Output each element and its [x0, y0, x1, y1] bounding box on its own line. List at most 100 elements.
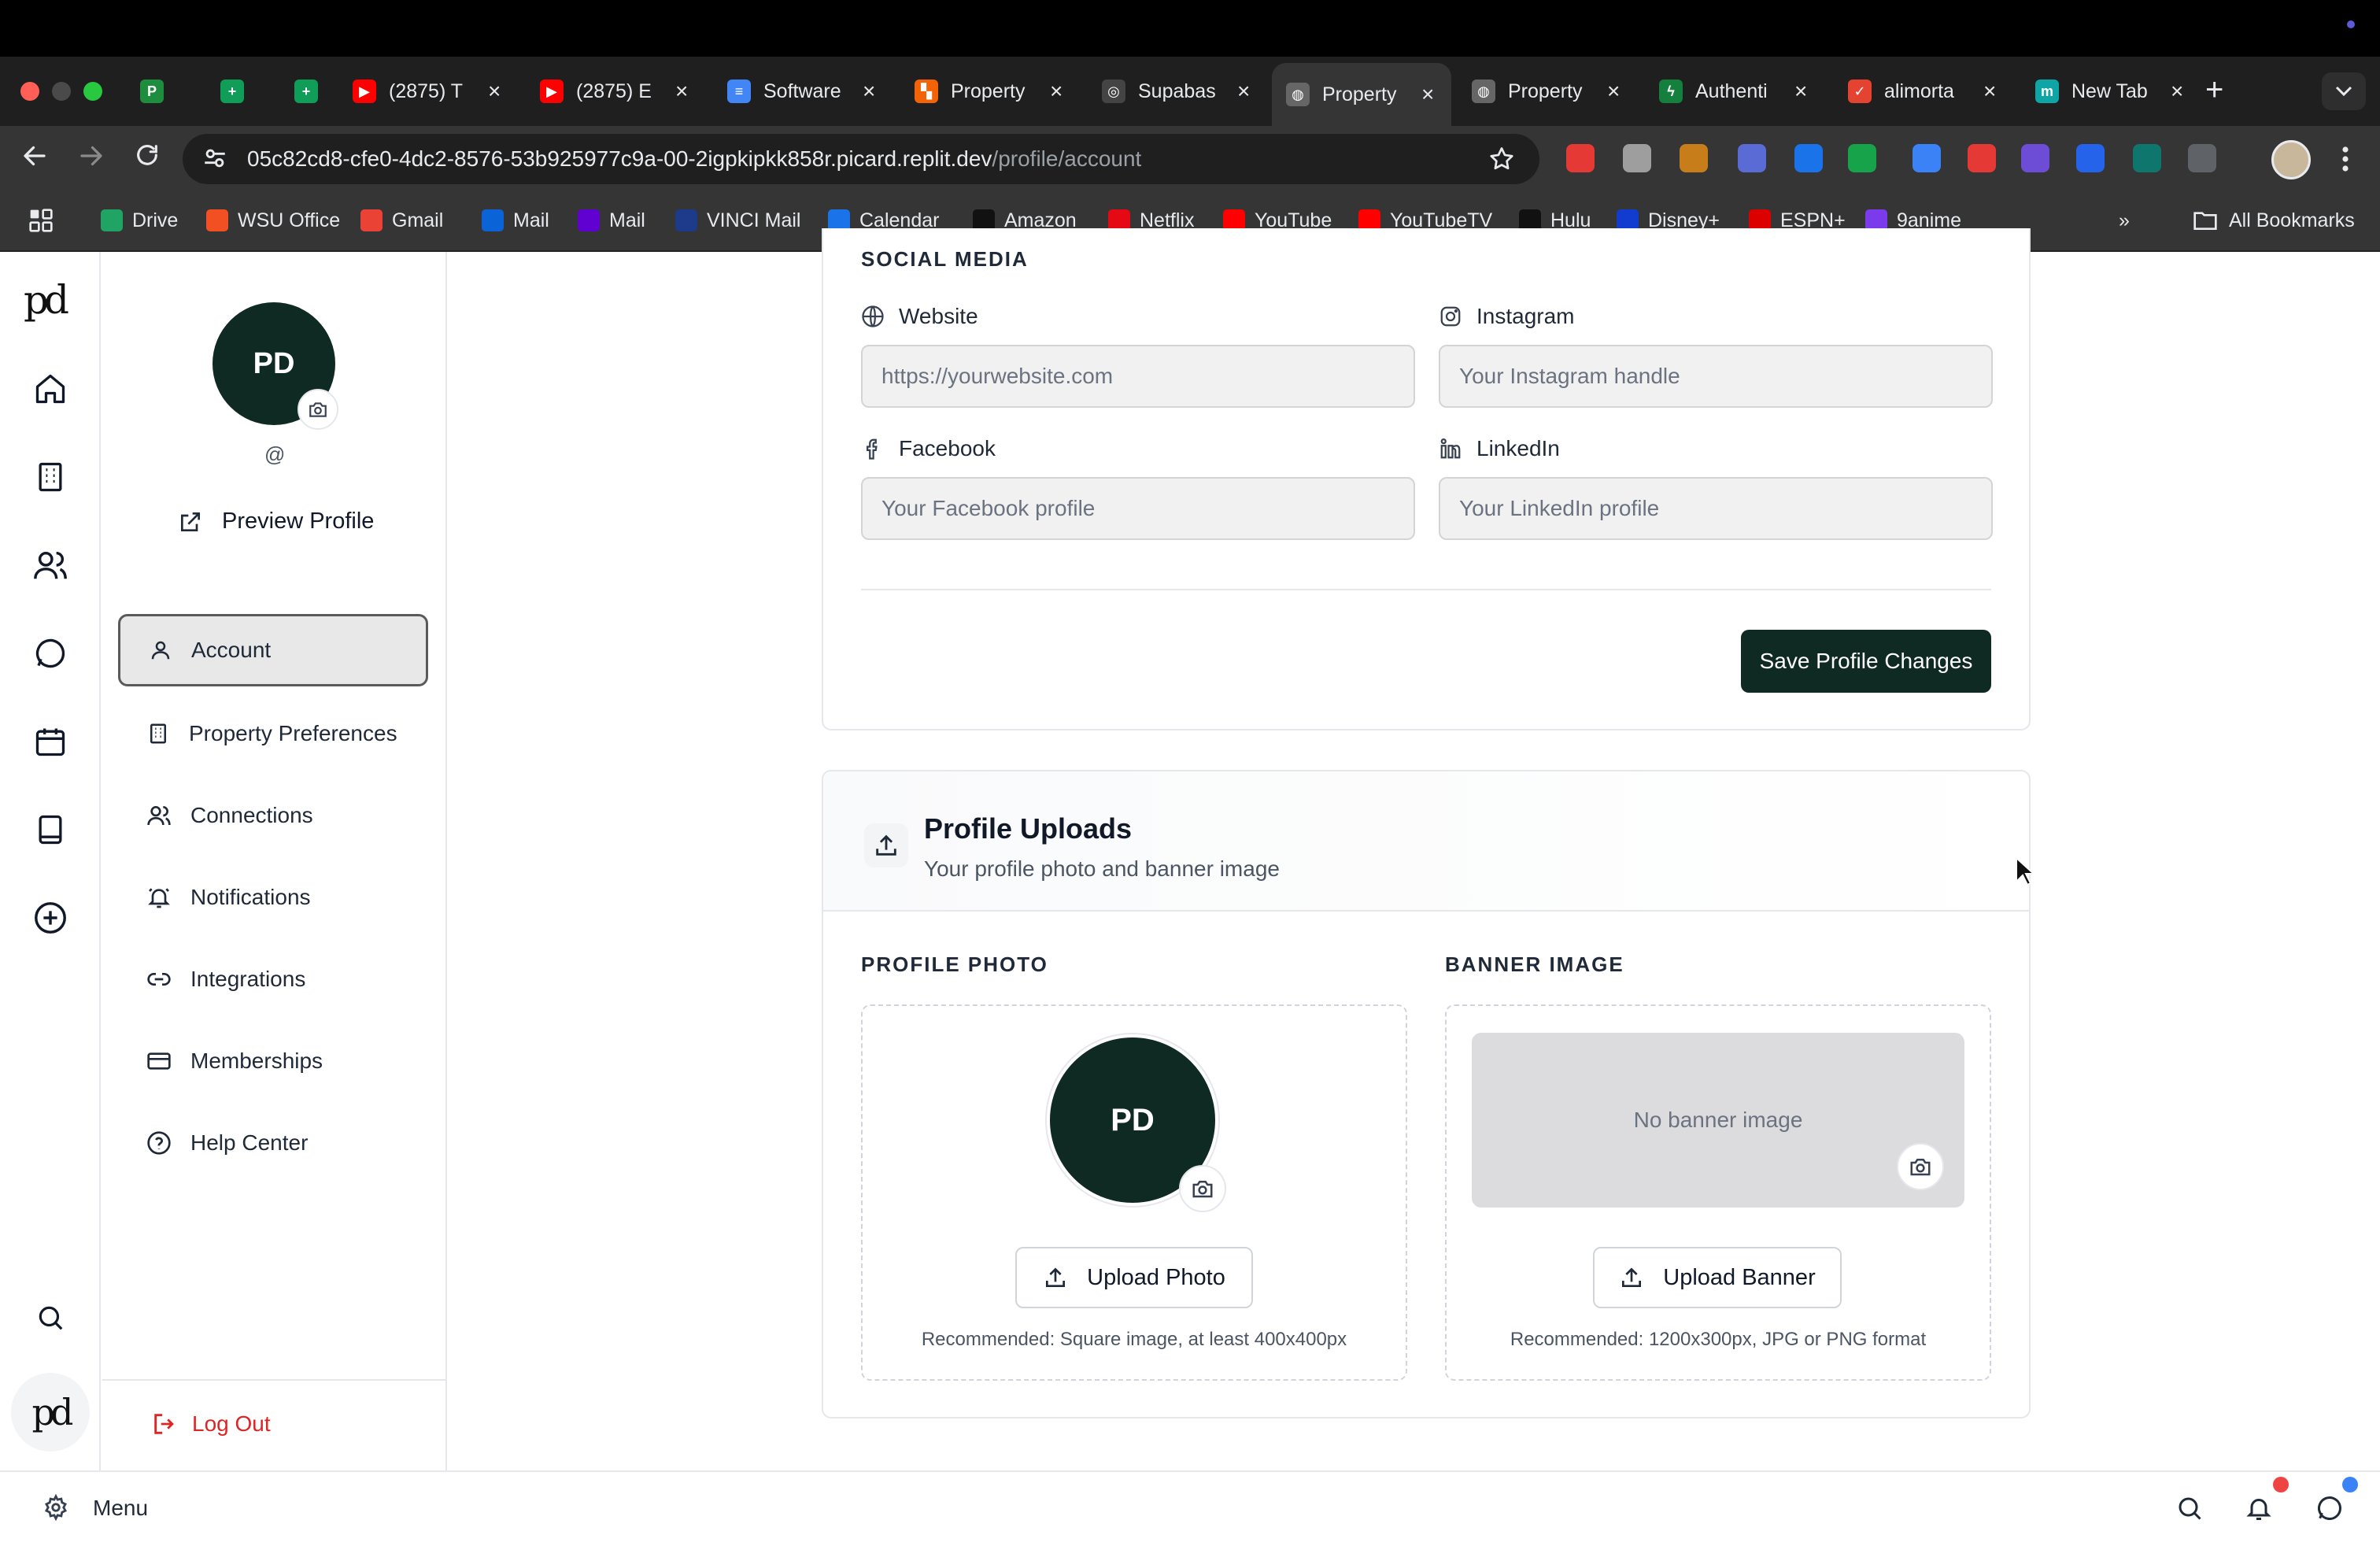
extension-icon[interactable]: [1566, 144, 1595, 172]
search-icon[interactable]: [31, 1299, 69, 1337]
apps-grid-icon[interactable]: [28, 208, 54, 237]
calendar-icon[interactable]: [31, 723, 69, 760]
extension-icon[interactable]: [1913, 144, 1941, 172]
extension-icon[interactable]: [2133, 144, 2161, 172]
tab-favicon-icon: ◍: [1286, 83, 1310, 106]
bottom-bar: [0, 1470, 2380, 1546]
bookmark-vinci-mail[interactable]: VINCI Mail: [675, 206, 800, 235]
bell-icon[interactable]: [2245, 1494, 2273, 1526]
camera-icon[interactable]: [1179, 1165, 1226, 1212]
chat-icon[interactable]: [31, 634, 69, 672]
users-icon[interactable]: [31, 546, 69, 584]
workspace-logo-button[interactable]: pd: [11, 1373, 90, 1452]
sidebar-item-help-center[interactable]: Help Center: [118, 1107, 428, 1179]
save-profile-changes-button[interactable]: Save Profile Changes: [1741, 630, 1991, 693]
building-icon: [150, 723, 166, 744]
app-logo[interactable]: pd: [24, 277, 69, 323]
preview-profile-link[interactable]: Preview Profile: [178, 509, 374, 534]
tab-close-icon[interactable]: ×: [1237, 79, 1250, 104]
browser-tab[interactable]: ◎ Supabas ×: [1088, 66, 1267, 117]
all-bookmarks-button[interactable]: All Bookmarks: [2193, 206, 2355, 235]
tab-close-icon[interactable]: ×: [863, 79, 875, 104]
url-text[interactable]: 05c82cd8-cfe0-4dc2-8576-53b925977c9a-00-…: [247, 146, 1141, 172]
extension-icon[interactable]: [1848, 144, 1876, 172]
browser-tab[interactable]: +: [206, 66, 277, 117]
facebook-field[interactable]: [861, 477, 1415, 540]
site-info-icon[interactable]: [201, 145, 228, 176]
tab-close-icon[interactable]: ×: [488, 79, 501, 104]
extension-icon[interactable]: [1623, 144, 1651, 172]
extension-icon[interactable]: [2076, 144, 2105, 172]
browser-tab[interactable]: +: [280, 66, 335, 117]
browser-tab[interactable]: ▚ Property ×: [900, 66, 1080, 117]
yahoo-icon: [578, 209, 600, 231]
sidebar-item-memberships[interactable]: Memberships: [118, 1025, 428, 1097]
tab-search-button[interactable]: [2322, 72, 2366, 110]
profile-avatar-icon[interactable]: [2271, 140, 2311, 179]
chat-icon[interactable]: [2315, 1494, 2344, 1526]
camera-icon[interactable]: [298, 389, 338, 430]
tab-close-icon[interactable]: ×: [675, 79, 688, 104]
tab-close-icon[interactable]: ×: [2171, 79, 2183, 104]
log-out-button[interactable]: Log Out: [151, 1411, 271, 1437]
linkedin-field[interactable]: [1439, 477, 1993, 540]
browser-tab[interactable]: P: [126, 66, 197, 117]
bookmark-drive[interactable]: Drive: [101, 206, 178, 235]
tab-label: (2875) E: [576, 80, 652, 102]
search-icon[interactable]: [2175, 1494, 2204, 1526]
upload-banner-button[interactable]: Upload Banner: [1593, 1247, 1842, 1308]
close-window-button[interactable]: [20, 82, 39, 101]
sidebar-item-notifications[interactable]: Notifications: [118, 861, 428, 934]
bookmark-mail[interactable]: Mail: [578, 206, 645, 235]
browser-tab[interactable]: ◍ Property ×: [1272, 63, 1451, 126]
new-tab-button[interactable]: +: [2205, 72, 2223, 108]
plus-circle-icon[interactable]: [31, 899, 69, 937]
book-icon[interactable]: [31, 811, 69, 849]
browser-tab[interactable]: ≡ Software ×: [713, 66, 893, 117]
tab-favicon-icon: ✓: [1848, 80, 1872, 103]
browser-tab[interactable]: ϟ Authenti ×: [1645, 66, 1824, 117]
reload-button[interactable]: [134, 142, 161, 176]
extension-icon[interactable]: [1794, 144, 1823, 172]
browser-tab[interactable]: ▶ (2875) T ×: [338, 66, 518, 117]
bookmark-wsu-office[interactable]: WSU Office: [206, 206, 340, 235]
bookmark-star-icon[interactable]: [1488, 145, 1516, 177]
extension-icon[interactable]: [1680, 144, 1708, 172]
home-icon[interactable]: [31, 370, 69, 408]
facebook-icon: [867, 438, 878, 460]
banner-placeholder-text: No banner image: [1633, 1108, 1803, 1132]
sidebar-item-property-preferences[interactable]: Property Preferences: [118, 697, 428, 770]
back-button[interactable]: [20, 142, 49, 177]
bookmarks-overflow-button[interactable]: »: [2119, 206, 2130, 235]
menu-button[interactable]: Menu: [93, 1496, 148, 1521]
tab-close-icon[interactable]: ×: [1607, 79, 1620, 104]
tab-close-icon[interactable]: ×: [1050, 79, 1062, 104]
sidebar-item-account[interactable]: Account: [118, 614, 428, 686]
camera-icon[interactable]: [1897, 1143, 1944, 1190]
bookmark-gmail[interactable]: Gmail: [360, 206, 443, 235]
tab-close-icon[interactable]: ×: [1421, 82, 1434, 107]
browser-tab[interactable]: ✓ alimorta ×: [1834, 66, 2013, 117]
sidebar-item-connections[interactable]: Connections: [118, 779, 428, 852]
extension-icon[interactable]: [1738, 144, 1766, 172]
tab-label: alimorta: [1884, 80, 1954, 102]
upload-photo-button[interactable]: Upload Photo: [1015, 1247, 1253, 1308]
browser-tab[interactable]: m New Tab ×: [2021, 66, 2201, 117]
tab-close-icon[interactable]: ×: [1983, 79, 1996, 104]
website-field[interactable]: [861, 345, 1415, 408]
building-icon[interactable]: [31, 458, 69, 496]
bookmark-mail[interactable]: Mail: [482, 206, 549, 235]
instagram-field[interactable]: [1439, 345, 1993, 408]
sidebar-item-integrations[interactable]: Integrations: [118, 943, 428, 1015]
minimize-window-button[interactable]: [52, 82, 71, 101]
extension-icon[interactable]: [2021, 144, 2049, 172]
puzzle-icon[interactable]: [2188, 144, 2216, 172]
tab-close-icon[interactable]: ×: [1794, 79, 1807, 104]
browser-menu-icon[interactable]: [2339, 145, 2352, 177]
browser-tab[interactable]: ▶ (2875) E ×: [526, 66, 705, 117]
forward-button[interactable]: [77, 142, 105, 177]
extension-icon[interactable]: [1968, 144, 1996, 172]
maximize-window-button[interactable]: [83, 82, 102, 101]
browser-tab[interactable]: ◍ Property ×: [1458, 66, 1637, 117]
gear-icon[interactable]: [42, 1493, 69, 1525]
